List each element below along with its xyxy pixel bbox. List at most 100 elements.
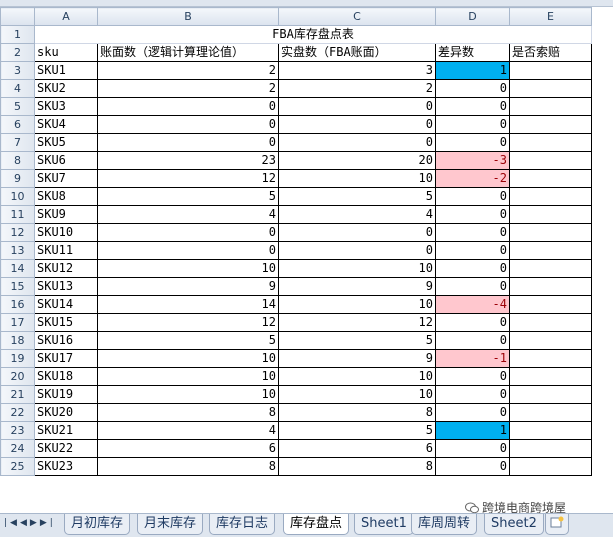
column-header-c[interactable]: C (278, 7, 436, 26)
first-sheet-icon[interactable]: |◀ (4, 518, 20, 528)
cell-diff[interactable]: 0 (435, 259, 510, 278)
row-number[interactable]: 5 (0, 97, 35, 116)
cell-actual-qty[interactable]: 0 (278, 115, 436, 134)
row-number[interactable]: 18 (0, 331, 35, 350)
cell-sku[interactable]: SKU15 (34, 313, 98, 332)
row-number[interactable]: 25 (0, 457, 35, 476)
cell-diff[interactable]: 0 (435, 241, 510, 260)
row-number[interactable]: 15 (0, 277, 35, 296)
cell-diff[interactable]: -2 (435, 169, 510, 188)
cell-claim[interactable] (509, 457, 592, 476)
cell-diff[interactable]: 0 (435, 133, 510, 152)
cell-actual-qty[interactable]: 12 (278, 313, 436, 332)
row-number[interactable]: 19 (0, 349, 35, 368)
prev-sheet-icon[interactable]: ◀ (20, 518, 30, 528)
cell-claim[interactable] (509, 79, 592, 98)
cell-actual-qty[interactable]: 3 (278, 61, 436, 80)
cell-sku[interactable]: SKU14 (34, 295, 98, 314)
cell-claim[interactable] (509, 187, 592, 206)
cell-claim[interactable] (509, 421, 592, 440)
cell-diff[interactable]: 0 (435, 313, 510, 332)
cell-diff[interactable]: 0 (435, 97, 510, 116)
tab-month-end-stock[interactable]: 月末库存 (137, 514, 204, 535)
cell-claim[interactable] (509, 403, 592, 422)
tab-sheet2[interactable]: Sheet2 (484, 514, 544, 535)
cell-sku[interactable]: SKU9 (34, 205, 98, 224)
cell-sku[interactable]: SKU5 (34, 133, 98, 152)
row-number[interactable]: 1 (0, 25, 35, 44)
cell-book-qty[interactable]: 14 (97, 295, 279, 314)
cell-sku[interactable]: SKU2 (34, 79, 98, 98)
tab-stock-log[interactable]: 库存日志 (209, 514, 276, 535)
cell-claim[interactable] (509, 385, 592, 404)
cell-diff[interactable]: 0 (435, 115, 510, 134)
cell-sku[interactable]: SKU1 (34, 61, 98, 80)
cell-actual-qty[interactable]: 5 (278, 187, 436, 206)
cell-book-qty[interactable]: 12 (97, 313, 279, 332)
cell-diff[interactable]: 0 (435, 367, 510, 386)
cell-book-qty[interactable]: 10 (97, 349, 279, 368)
cell-book-qty[interactable]: 10 (97, 367, 279, 386)
cell-sku[interactable]: SKU12 (34, 259, 98, 278)
cell-actual-qty[interactable]: 8 (278, 457, 436, 476)
cell-sku[interactable]: SKU3 (34, 97, 98, 116)
cell-claim[interactable] (509, 223, 592, 242)
cell-diff[interactable]: 0 (435, 439, 510, 458)
cell-book-qty[interactable]: 9 (97, 277, 279, 296)
row-number[interactable]: 16 (0, 295, 35, 314)
row-number[interactable]: 12 (0, 223, 35, 242)
cell-claim[interactable] (509, 115, 592, 134)
tab-sheet1[interactable]: Sheet1 (354, 514, 414, 535)
column-header-e[interactable]: E (509, 7, 592, 26)
cell-book-qty[interactable]: 23 (97, 151, 279, 170)
cell-sku[interactable]: SKU7 (34, 169, 98, 188)
cell-diff[interactable]: 0 (435, 187, 510, 206)
cell-claim[interactable] (509, 313, 592, 332)
cell-book-qty[interactable]: 2 (97, 79, 279, 98)
cell-actual-qty[interactable]: 8 (278, 403, 436, 422)
next-sheet-icon[interactable]: ▶ (30, 518, 40, 528)
cell-diff[interactable]: 0 (435, 385, 510, 404)
cell-book-qty[interactable]: 0 (97, 97, 279, 116)
column-header-d[interactable]: D (435, 7, 510, 26)
header-actual-qty[interactable]: 实盘数（FBA账面） (278, 43, 436, 62)
cell-book-qty[interactable]: 12 (97, 169, 279, 188)
cell-diff[interactable]: 0 (435, 457, 510, 476)
cell-sku[interactable]: SKU20 (34, 403, 98, 422)
cell-claim[interactable] (509, 241, 592, 260)
cell-book-qty[interactable]: 4 (97, 421, 279, 440)
cell-actual-qty[interactable]: 10 (278, 169, 436, 188)
cell-sku[interactable]: SKU19 (34, 385, 98, 404)
cell-diff[interactable]: 0 (435, 331, 510, 350)
cell-actual-qty[interactable]: 0 (278, 133, 436, 152)
cell-actual-qty[interactable]: 0 (278, 223, 436, 242)
cell-book-qty[interactable]: 0 (97, 133, 279, 152)
cell-claim[interactable] (509, 331, 592, 350)
cell-sku[interactable]: SKU10 (34, 223, 98, 242)
tab-stock-count[interactable]: 库存盘点 (283, 514, 350, 535)
cell-diff[interactable]: 0 (435, 403, 510, 422)
row-number[interactable]: 24 (0, 439, 35, 458)
cell-diff[interactable]: 0 (435, 223, 510, 242)
row-number[interactable]: 6 (0, 115, 35, 134)
cell-diff[interactable]: 0 (435, 205, 510, 224)
cell-book-qty[interactable]: 5 (97, 187, 279, 206)
cell-book-qty[interactable]: 2 (97, 61, 279, 80)
column-header-b[interactable]: B (97, 7, 279, 26)
cell-actual-qty[interactable]: 9 (278, 277, 436, 296)
cell-actual-qty[interactable]: 10 (278, 367, 436, 386)
header-book-qty[interactable]: 账面数（逻辑计算理论值） (97, 43, 279, 62)
cell-claim[interactable] (509, 61, 592, 80)
cell-actual-qty[interactable]: 5 (278, 331, 436, 350)
row-number[interactable]: 17 (0, 313, 35, 332)
cell-claim[interactable] (509, 205, 592, 224)
cell-actual-qty[interactable]: 2 (278, 79, 436, 98)
cell-actual-qty[interactable]: 10 (278, 385, 436, 404)
cell-actual-qty[interactable]: 10 (278, 295, 436, 314)
cell-book-qty[interactable]: 4 (97, 205, 279, 224)
row-number[interactable]: 7 (0, 133, 35, 152)
cell-actual-qty[interactable]: 10 (278, 259, 436, 278)
row-number[interactable]: 9 (0, 169, 35, 188)
cell-diff[interactable]: -3 (435, 151, 510, 170)
cell-claim[interactable] (509, 439, 592, 458)
